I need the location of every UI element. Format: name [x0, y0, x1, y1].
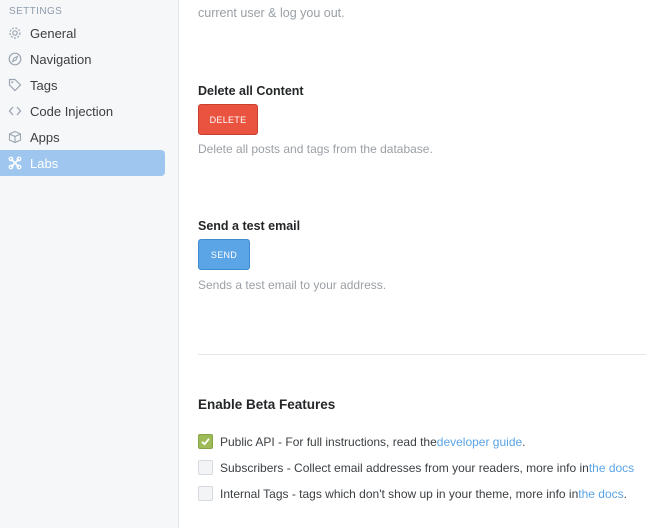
feature-internal-tags: Internal Tags - tags which don't show up… [198, 486, 627, 501]
sidebar-item-label: Code Injection [30, 103, 114, 119]
feature-label: Internal Tags - tags which don't show up… [220, 486, 579, 501]
sidebar-item-label: Navigation [30, 51, 92, 67]
sidebar-item-tags[interactable]: Tags [0, 72, 165, 98]
developer-guide-link[interactable]: developer guide [437, 435, 522, 449]
gear-icon [8, 26, 22, 40]
sidebar-item-general[interactable]: General [0, 20, 165, 46]
tag-icon [8, 78, 22, 92]
delete-help-text: Delete all posts and tags from the datab… [198, 142, 433, 156]
feature-label: Public API - For full instructions, read… [220, 434, 437, 449]
feature-public-api: Public API - For full instructions, read… [198, 434, 526, 449]
delete-button[interactable]: DELETE [198, 104, 258, 135]
feature-subscribers: Subscribers - Collect email addresses fr… [198, 460, 634, 475]
sidebar-heading: SETTINGS [9, 6, 63, 17]
docs-link[interactable]: the docs [589, 461, 634, 475]
beta-section-title: Enable Beta Features [198, 397, 336, 412]
sidebar-item-label: General [30, 25, 77, 41]
settings-sidebar: SETTINGS General Navigation Tags Code In… [0, 0, 179, 528]
public-api-checkbox[interactable] [198, 434, 213, 449]
delete-section-title: Delete all Content [198, 84, 304, 98]
sidebar-item-label: Apps [30, 129, 60, 145]
labs-icon [8, 156, 22, 170]
sidebar-item-navigation[interactable]: Navigation [0, 46, 165, 72]
check-icon [201, 438, 210, 446]
feature-suffix: . [522, 434, 526, 449]
internal-tags-checkbox[interactable] [198, 486, 213, 501]
feature-label: Subscribers - Collect email addresses fr… [220, 460, 589, 475]
sidebar-item-apps[interactable]: Apps [0, 124, 165, 150]
box-icon [8, 130, 22, 144]
feature-suffix: . [623, 486, 627, 501]
sidebar-item-labs[interactable]: Labs [0, 150, 165, 176]
send-button[interactable]: SEND [198, 239, 250, 270]
sidebar-item-label: Tags [30, 77, 58, 93]
compass-icon [8, 52, 22, 66]
sidebar-item-code-injection[interactable]: Code Injection [0, 98, 165, 124]
divider [198, 354, 646, 355]
email-help-text: Sends a test email to your address. [198, 278, 387, 292]
labs-content: current user & log you out. Delete all C… [180, 0, 646, 528]
email-section-title: Send a test email [198, 219, 301, 233]
sidebar-item-label: Labs [30, 155, 59, 171]
code-icon [8, 104, 22, 118]
docs-link[interactable]: the docs [578, 487, 623, 501]
reset-help-text: current user & log you out. [198, 6, 345, 20]
subscribers-checkbox[interactable] [198, 460, 213, 475]
